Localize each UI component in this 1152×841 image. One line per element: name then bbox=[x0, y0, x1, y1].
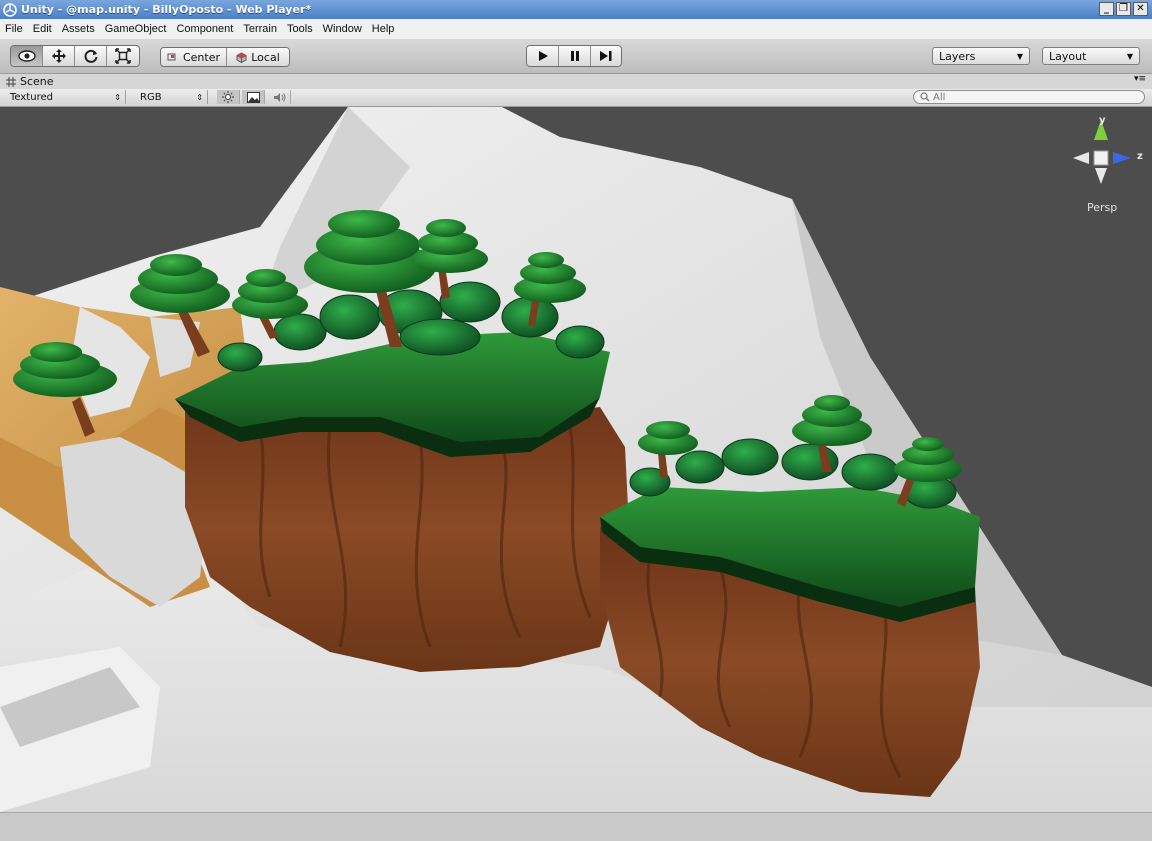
menu-bar: File Edit Assets GameObject Component Te… bbox=[0, 19, 1152, 39]
pivot-toggles: Center Local bbox=[160, 47, 290, 67]
draw-mode-dropdown[interactable]: Textured ⇕ bbox=[6, 90, 126, 104]
menu-file[interactable]: File bbox=[0, 23, 28, 35]
projection-label[interactable]: Persp bbox=[1087, 201, 1117, 214]
layers-dropdown[interactable]: Layers ▼ bbox=[932, 47, 1030, 65]
draw-mode-value: Textured bbox=[10, 91, 53, 103]
menu-edit[interactable]: Edit bbox=[28, 23, 57, 35]
tab-scene[interactable]: Scene bbox=[6, 75, 54, 88]
play-icon bbox=[538, 51, 548, 61]
unity-logo-icon bbox=[3, 2, 17, 17]
scene-viewport[interactable]: y z Persp bbox=[0, 107, 1152, 812]
scene-grid-icon bbox=[6, 76, 16, 87]
menu-terrain[interactable]: Terrain bbox=[238, 23, 282, 35]
local-space-cube-icon bbox=[236, 51, 247, 63]
step-button[interactable] bbox=[591, 46, 621, 66]
pivot-center-button[interactable]: Center bbox=[161, 48, 227, 66]
updown-arrows-icon: ⇕ bbox=[196, 92, 203, 102]
render-mode-value: RGB bbox=[140, 91, 162, 103]
updown-arrows-icon: ⇕ bbox=[114, 92, 121, 102]
center-pivot-icon bbox=[167, 53, 176, 61]
gizmo-z-label: z bbox=[1137, 151, 1143, 162]
image-icon bbox=[246, 91, 260, 103]
chevron-down-icon: ▼ bbox=[1016, 51, 1023, 61]
scene-lighting-toggle[interactable] bbox=[217, 90, 240, 104]
space-local-button[interactable]: Local bbox=[227, 48, 289, 66]
minimize-button[interactable]: _ bbox=[1099, 2, 1114, 16]
main-toolbar: Center Local Layers ▼ Layout ▼ bbox=[0, 39, 1152, 74]
gizmo-y-label: y bbox=[1099, 115, 1106, 126]
play-button[interactable] bbox=[527, 46, 559, 66]
menu-tools[interactable]: Tools bbox=[282, 23, 318, 35]
rotate-icon bbox=[84, 49, 97, 63]
sun-icon bbox=[222, 91, 234, 103]
view-tool-button[interactable] bbox=[11, 46, 43, 66]
space-local-label: Local bbox=[251, 50, 280, 64]
layers-dropdown-label: Layers bbox=[939, 49, 976, 63]
speaker-icon bbox=[273, 92, 285, 102]
layout-dropdown-label: Layout bbox=[1049, 49, 1087, 63]
close-icon: ✕ bbox=[1136, 3, 1145, 14]
scene-render bbox=[0, 107, 1152, 812]
scene-tab-row: Scene ▾≡ bbox=[0, 74, 1152, 89]
search-icon bbox=[920, 92, 930, 102]
scene-view-toolbar: Textured ⇕ RGB ⇕ All bbox=[0, 89, 1152, 107]
move-tool-button[interactable] bbox=[43, 46, 75, 66]
layout-dropdown[interactable]: Layout ▼ bbox=[1042, 47, 1140, 65]
close-button[interactable]: ✕ bbox=[1133, 2, 1148, 16]
scale-tool-button[interactable] bbox=[107, 46, 139, 66]
eye-icon bbox=[17, 50, 36, 62]
window-title: Unity - @map.unity - BillyOposto - Web P… bbox=[21, 3, 312, 16]
menu-component[interactable]: Component bbox=[171, 23, 238, 35]
chevron-down-icon: ▼ bbox=[1126, 51, 1133, 61]
pause-icon bbox=[570, 51, 579, 61]
menu-gameobject[interactable]: GameObject bbox=[100, 23, 172, 35]
menu-help[interactable]: Help bbox=[367, 23, 400, 35]
restore-icon: ❐ bbox=[1119, 3, 1128, 14]
render-mode-dropdown[interactable]: RGB ⇕ bbox=[136, 90, 208, 104]
playback-controls bbox=[526, 45, 622, 67]
scene-fx-toggle[interactable] bbox=[242, 90, 265, 104]
pause-button[interactable] bbox=[559, 46, 591, 66]
scene-search-input[interactable]: All bbox=[913, 90, 1145, 104]
menu-window[interactable]: Window bbox=[318, 23, 367, 35]
scale-icon bbox=[115, 48, 131, 64]
status-bar bbox=[0, 812, 1152, 841]
window-title-bar: Unity - @map.unity - BillyOposto - Web P… bbox=[0, 0, 1152, 19]
tab-menu-icon[interactable]: ▾≡ bbox=[1134, 74, 1146, 84]
menu-assets[interactable]: Assets bbox=[57, 23, 100, 35]
move-arrows-icon bbox=[51, 49, 66, 63]
step-forward-icon bbox=[600, 51, 612, 61]
scene-audio-toggle[interactable] bbox=[268, 90, 291, 104]
minimize-icon: _ bbox=[1104, 3, 1109, 14]
rotate-tool-button[interactable] bbox=[75, 46, 107, 66]
search-placeholder: All bbox=[933, 91, 946, 103]
pivot-center-label: Center bbox=[182, 50, 220, 64]
transform-tools bbox=[10, 45, 140, 67]
maximize-button[interactable]: ❐ bbox=[1116, 2, 1131, 16]
tab-scene-label: Scene bbox=[20, 75, 54, 88]
